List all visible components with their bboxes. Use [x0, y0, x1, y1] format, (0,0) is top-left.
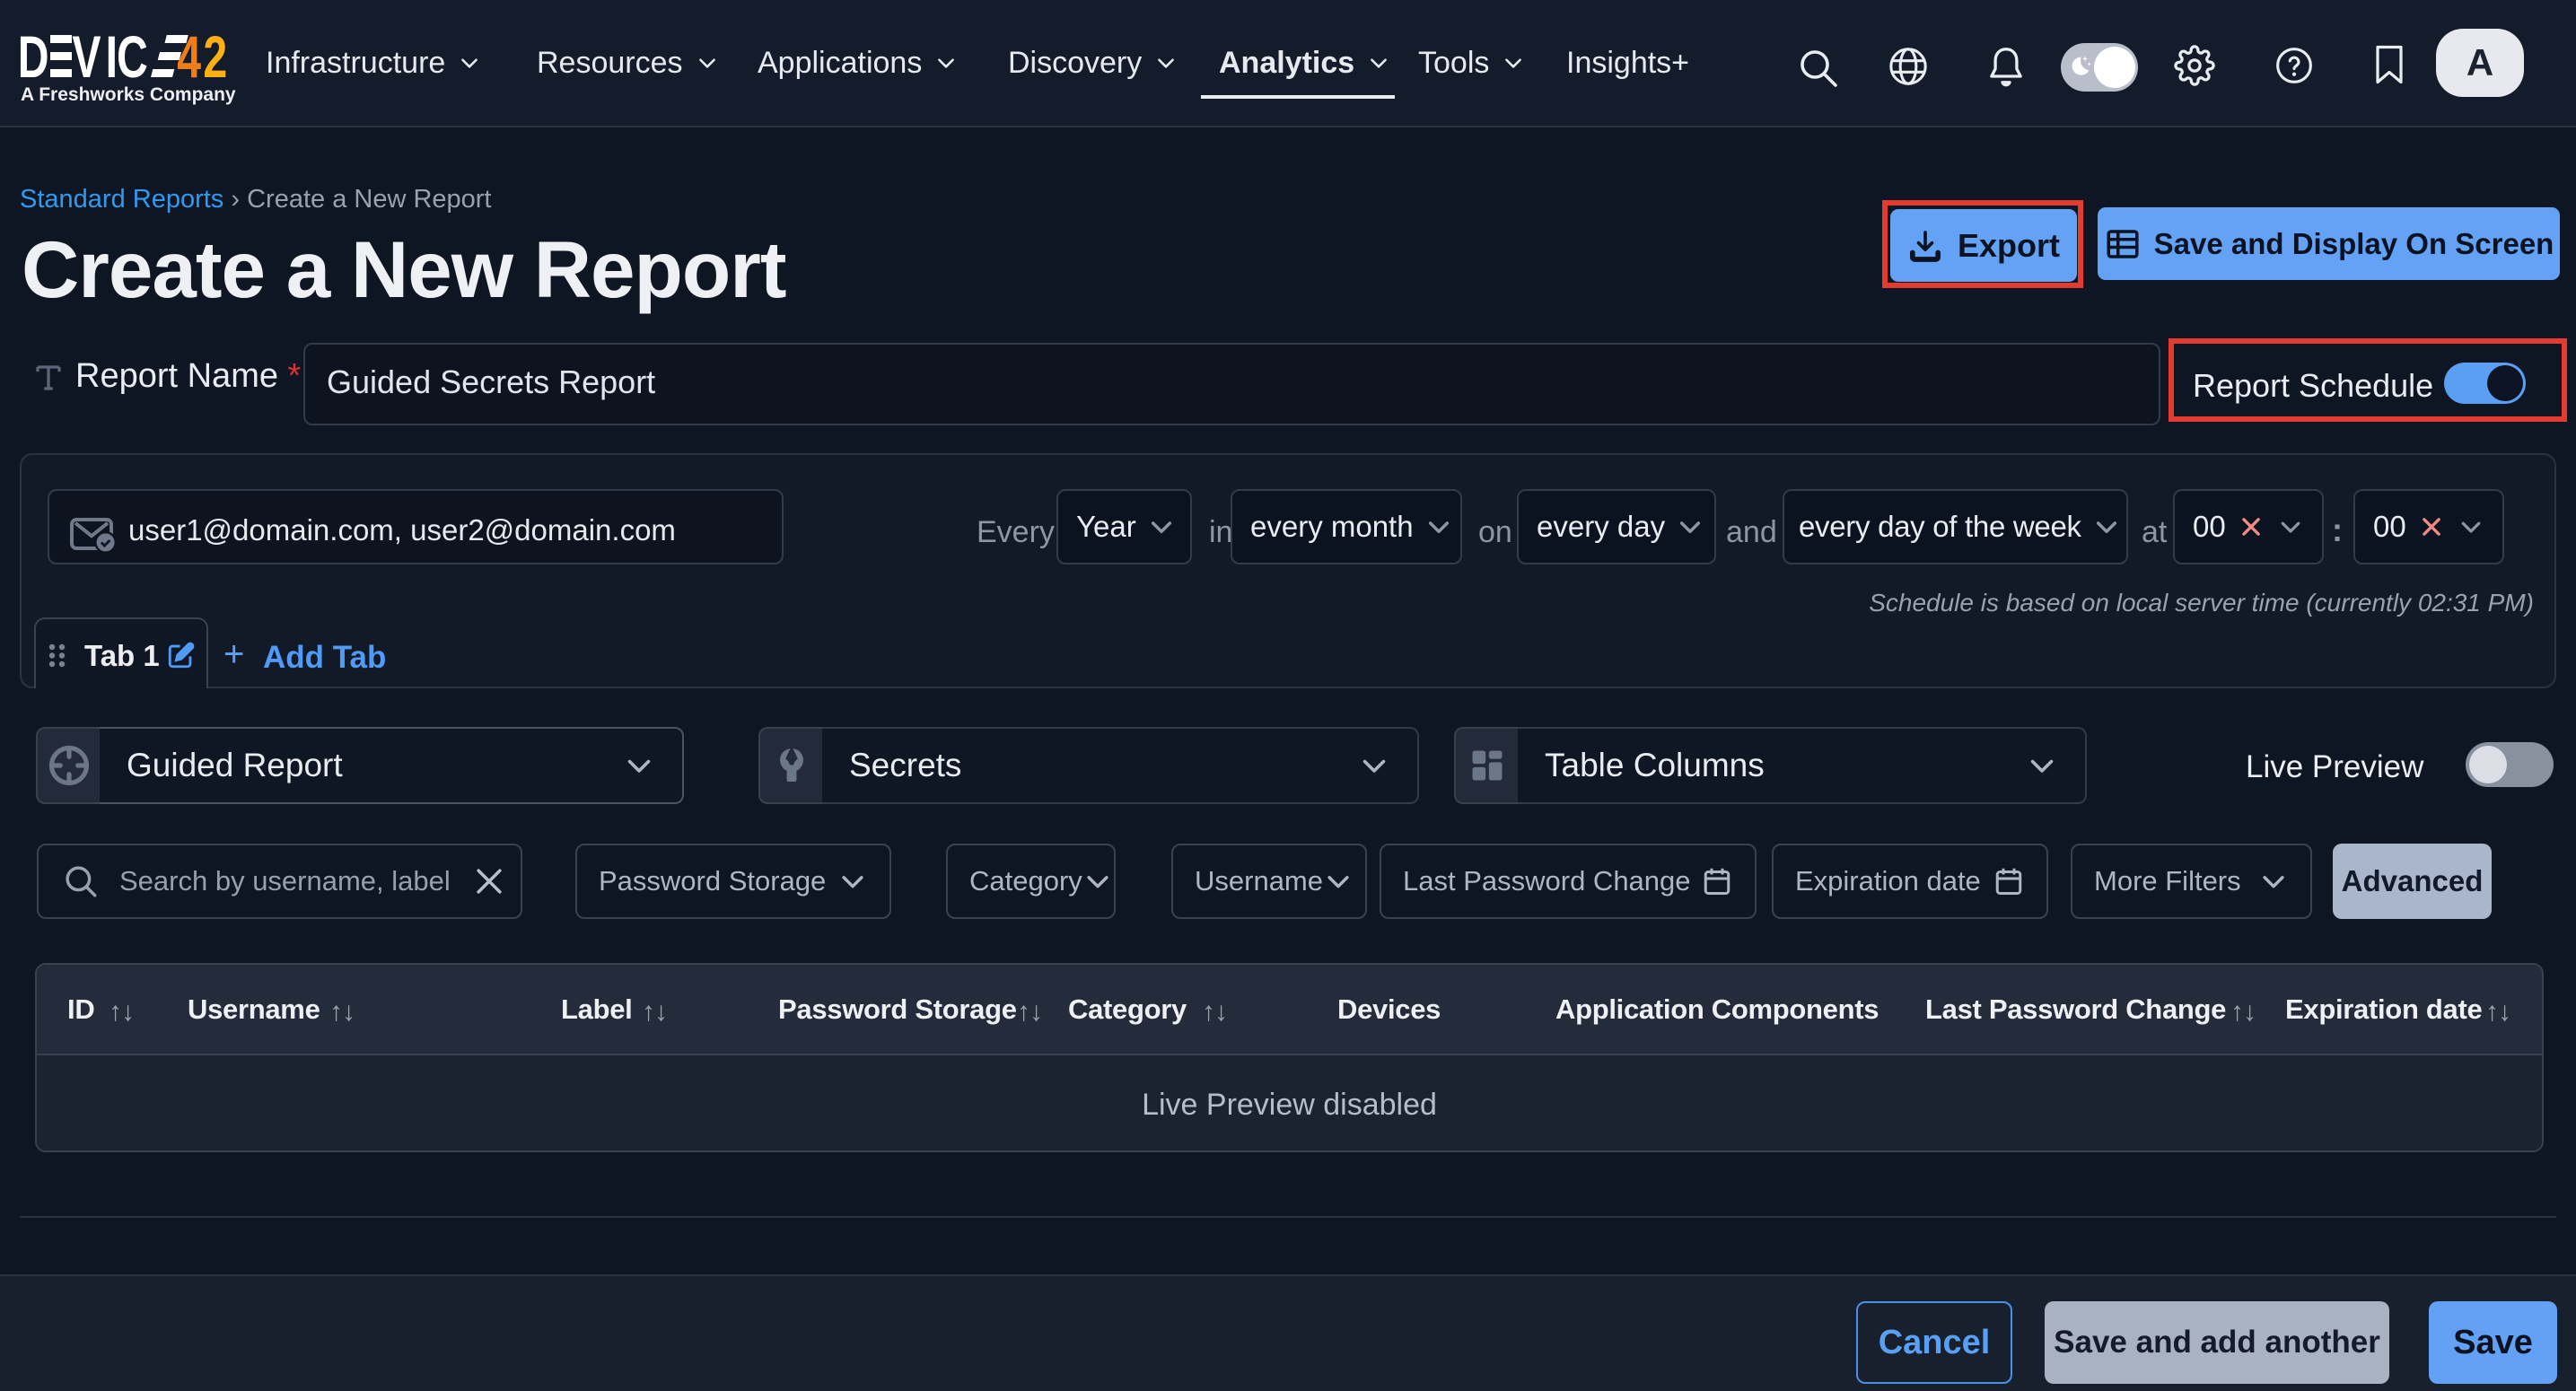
svg-text:D: D: [20, 34, 49, 81]
svg-text:V: V: [72, 34, 101, 81]
svg-text:C: C: [117, 34, 148, 81]
svg-text:2: 2: [203, 34, 227, 81]
svg-text:I: I: [106, 34, 118, 81]
